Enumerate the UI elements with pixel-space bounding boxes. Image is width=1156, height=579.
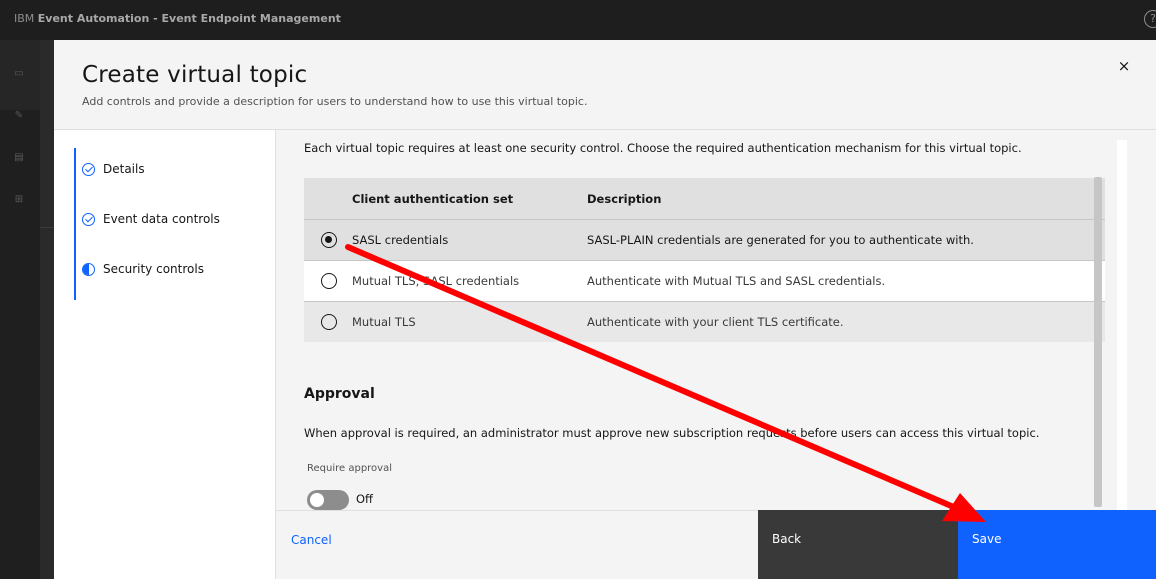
step-label: Security controls: [103, 262, 204, 276]
divider: [40, 227, 54, 228]
modal-title: Create virtual topic: [82, 62, 308, 88]
in-progress-icon: [82, 262, 95, 276]
require-approval-toggle[interactable]: [307, 490, 349, 510]
security-intro: Each virtual topic requires at least one…: [304, 141, 1022, 155]
approval-heading: Approval: [304, 386, 375, 402]
step-event-data-controls[interactable]: Event data controls: [82, 209, 220, 229]
modal-subtitle: Add controls and provide a description f…: [82, 95, 588, 108]
toggle-state-text: Off: [356, 492, 373, 506]
table-row[interactable]: Mutual TLS, SASL credentials Authenticat…: [304, 260, 1105, 301]
modal-footer: Cancel Back Save: [276, 510, 1156, 579]
auth-set-name: SASL credentials: [352, 233, 449, 247]
auth-set-description: Authenticate with your client TLS certif…: [587, 315, 844, 329]
progress-steps: Details Event data controls Security con…: [54, 130, 276, 579]
help-icon[interactable]: ?: [1144, 10, 1156, 28]
document-icon[interactable]: ▤: [13, 152, 25, 164]
app-brand: IBM Event Automation - Event Endpoint Ma…: [14, 12, 341, 25]
save-button[interactable]: Save: [958, 510, 1156, 579]
top-header: IBM Event Automation - Event Endpoint Ma…: [0, 0, 1156, 40]
table-header: Client authentication set Description: [304, 178, 1105, 219]
checkmark-icon: [82, 162, 95, 176]
topology-icon[interactable]: ⊞: [13, 194, 25, 206]
column-header: Description: [587, 191, 662, 206]
step-security-controls[interactable]: Security controls: [82, 259, 204, 279]
close-icon[interactable]: ×: [1116, 58, 1132, 74]
table-row[interactable]: Mutual TLS Authenticate with your client…: [304, 301, 1105, 342]
radio-button-selected[interactable]: [321, 232, 337, 248]
auth-set-description: SASL-PLAIN credentials are generated for…: [587, 233, 974, 247]
approval-description: When approval is required, an administra…: [304, 426, 1040, 440]
catalog-icon[interactable]: ▭: [13, 68, 25, 80]
create-virtual-topic-modal: Create virtual topic Add controls and pr…: [54, 40, 1156, 579]
column-header: Client authentication set: [352, 191, 514, 206]
cancel-button[interactable]: Cancel: [276, 510, 758, 579]
auth-set-description: Authenticate with Mutual TLS and SASL cr…: [587, 274, 886, 288]
edit-icon[interactable]: ✎: [13, 110, 25, 122]
step-label: Event data controls: [103, 212, 220, 226]
scrollbar-track[interactable]: [1117, 140, 1127, 510]
checkmark-icon: [82, 212, 95, 226]
side-nav-rail: ▭ ✎ ▤ ⊞: [0, 40, 40, 579]
security-controls-section: Each virtual topic requires at least one…: [276, 130, 1156, 510]
background-panel: [40, 40, 54, 579]
toggle-knob: [310, 493, 324, 507]
auth-set-name: Mutual TLS, SASL credentials: [352, 274, 520, 288]
authentication-table: Client authentication set Description SA…: [304, 178, 1105, 342]
scrollbar-thumb[interactable]: [1094, 177, 1102, 507]
auth-set-name: Mutual TLS: [352, 315, 416, 329]
back-button[interactable]: Back: [758, 510, 958, 579]
radio-button[interactable]: [321, 314, 337, 330]
step-details[interactable]: Details: [82, 159, 145, 179]
radio-button[interactable]: [321, 273, 337, 289]
progress-line: [74, 148, 76, 300]
table-row[interactable]: SASL credentials SASL-PLAIN credentials …: [304, 219, 1105, 260]
step-label: Details: [103, 162, 145, 176]
require-approval-label: Require approval: [307, 463, 392, 474]
